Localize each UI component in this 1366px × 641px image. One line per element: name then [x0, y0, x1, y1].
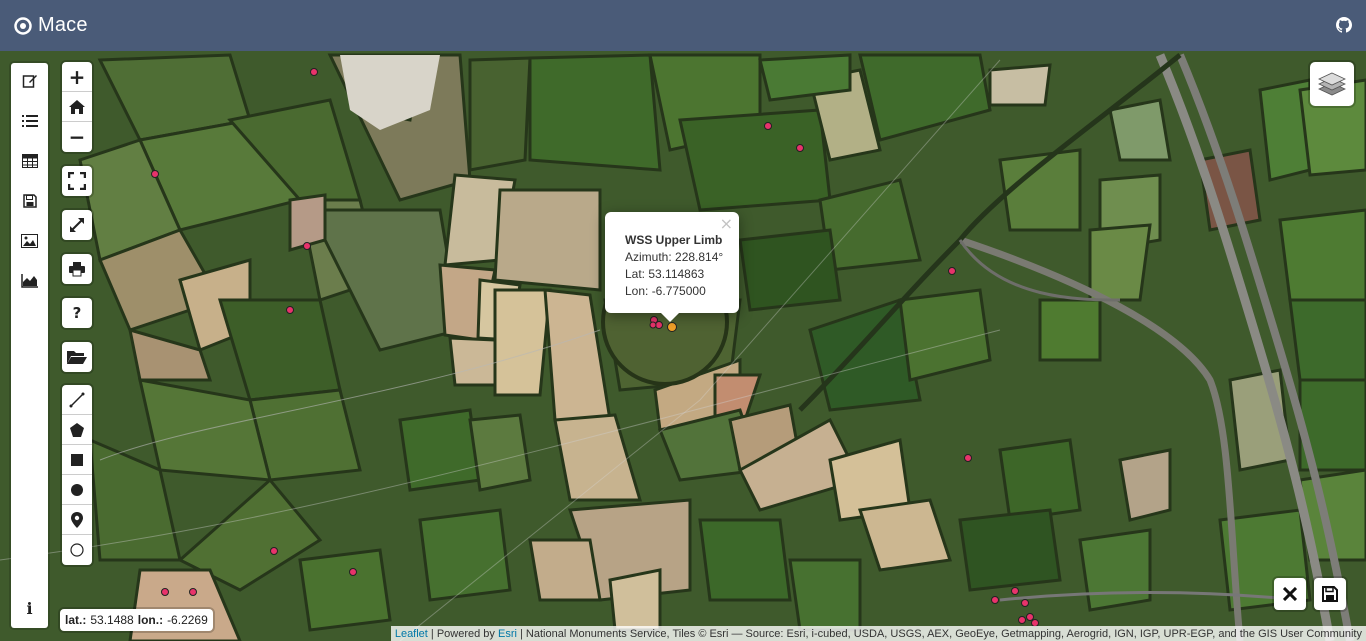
polyline-icon [69, 392, 85, 407]
leaflet-link[interactable]: Leaflet [395, 628, 428, 640]
layers-control[interactable] [1310, 62, 1354, 106]
image-icon [21, 234, 38, 248]
site-popup: × WSS Upper Limb Azimuth: 228.814° Lat: … [605, 212, 739, 313]
lat-label: lat.: [65, 613, 87, 627]
map-marker-icon [71, 511, 83, 528]
table-icon [21, 154, 38, 168]
sidebar-save[interactable] [11, 186, 48, 216]
open-control [62, 342, 92, 372]
github-icon[interactable] [1336, 17, 1352, 33]
sidebar-info[interactable]: i [11, 593, 48, 623]
draw-circle-button[interactable] [62, 475, 92, 505]
polygon-icon [70, 422, 84, 437]
lon-value: -6.2269 [167, 613, 208, 627]
draw-polygon-button[interactable] [62, 415, 92, 445]
info-icon: i [26, 598, 33, 618]
clear-button[interactable] [1274, 578, 1306, 610]
fullscreen-button[interactable] [62, 166, 92, 196]
brand[interactable]: Mace [14, 14, 88, 37]
map-attribution: Leaflet | Powered by Esri | National Mon… [390, 626, 1366, 641]
circle-marker-icon [70, 543, 84, 557]
fullscreen-icon [68, 172, 86, 190]
zoom-out-button[interactable]: − [62, 122, 92, 152]
edit-icon [22, 75, 37, 88]
expand-button[interactable] [62, 210, 92, 240]
save-icon [1322, 586, 1338, 602]
target-icon [14, 16, 32, 35]
draw-circlemarker-button[interactable] [62, 535, 92, 565]
draw-rectangle-button[interactable] [62, 445, 92, 475]
popup-lon: Lon: -6.775000 [625, 284, 706, 298]
sidebar-table[interactable] [11, 146, 48, 176]
print-icon [69, 262, 85, 277]
draw-toolbar [62, 385, 92, 565]
sidebar: i [11, 63, 48, 628]
circle-icon [71, 483, 83, 496]
zoom-in-button[interactable]: + [62, 62, 92, 92]
lon-label: lon.: [137, 613, 164, 627]
app-title: Mace [38, 14, 88, 36]
sidebar-list[interactable] [11, 106, 48, 136]
sidebar-chart[interactable] [11, 266, 48, 296]
close-icon [1283, 587, 1297, 601]
save-icon [22, 194, 37, 208]
popup-tip [660, 312, 680, 322]
sidebar-image[interactable] [11, 226, 48, 256]
expand-control [62, 210, 92, 240]
sidebar-edit[interactable] [11, 66, 48, 96]
selected-marker [667, 322, 677, 332]
folder-open-icon [67, 351, 87, 364]
help-button[interactable]: ? [62, 298, 92, 328]
home-icon [69, 99, 85, 114]
save-map-button[interactable] [1314, 578, 1346, 610]
expand-icon [70, 218, 84, 232]
layers-icon [1318, 72, 1346, 96]
attribution-text: | National Monuments Service, Tiles © Es… [516, 627, 1362, 640]
zoom-control: + − [62, 62, 92, 152]
fullscreen-control [62, 166, 92, 196]
help-control: ? [62, 298, 92, 328]
attribution-sep: | Powered by [427, 627, 498, 640]
draw-polyline-button[interactable] [62, 385, 92, 415]
draw-marker-button[interactable] [62, 505, 92, 535]
print-control [62, 254, 92, 284]
popup-close-button[interactable]: × [720, 215, 733, 232]
popup-title: WSS Upper Limb [625, 233, 723, 247]
print-button[interactable] [62, 254, 92, 284]
coordinate-readout: lat.: 53.1488 lon.: -6.2269 [60, 609, 213, 631]
header-bar: Mace [0, 0, 1366, 51]
popup-lat: Lat: 53.114863 [625, 267, 705, 281]
area-chart-icon [21, 274, 38, 288]
esri-link[interactable]: Esri [498, 628, 517, 640]
list-icon [21, 115, 38, 127]
map[interactable] [0, 51, 1366, 641]
lat-value: 53.1488 [90, 613, 134, 627]
popup-azimuth: Azimuth: 228.814° [625, 250, 724, 264]
home-button[interactable] [62, 92, 92, 122]
rectangle-icon [71, 453, 83, 466]
satellite-basemap [0, 51, 1366, 641]
open-folder-button[interactable] [62, 342, 92, 372]
